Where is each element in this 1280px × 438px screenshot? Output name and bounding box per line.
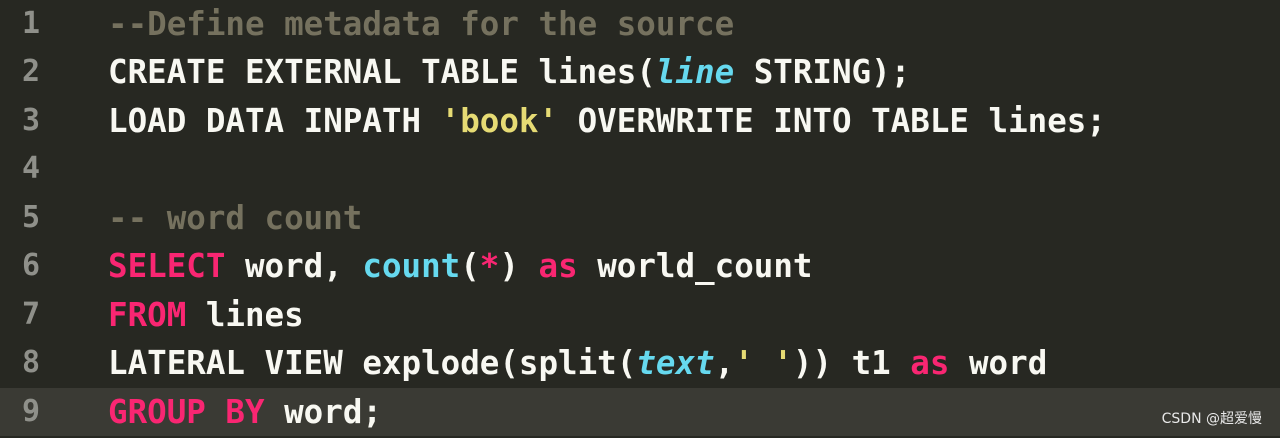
code-token-param: line	[655, 53, 735, 91]
code-token-plain: )	[499, 247, 539, 285]
code-editor[interactable]: 1 --Define metadata for the source 2 CREATE…	[0, 0, 1280, 438]
code-text: LOAD DATA INPATH 'book' OVERWRITE INTO T…	[108, 97, 1106, 145]
code-token-plain: lines	[186, 296, 304, 334]
code-text: SELECT word, count(*) as world_count	[108, 242, 812, 290]
code-line[interactable]: 3 LOAD DATA INPATH 'book' OVERWRITE INTO …	[0, 97, 1280, 145]
code-token-plain: STRING);	[734, 53, 911, 91]
code-text: GROUP BY word;	[108, 388, 382, 436]
code-token-keyword: GROUP BY	[108, 393, 265, 431]
line-number: 5	[22, 200, 42, 235]
code-line[interactable]: 9 GROUP BY word;	[0, 388, 1280, 436]
code-token-param: text	[636, 344, 715, 382]
code-text: --Define metadata for the source	[108, 0, 734, 48]
line-number: 7	[22, 297, 42, 332]
code-token-keyword: SELECT	[108, 247, 226, 285]
line-number: 6	[22, 248, 42, 283]
code-token-func: count	[362, 247, 461, 285]
code-token-keyword: *	[479, 247, 500, 285]
code-token-plain: CREATE EXTERNAL TABLE lines(	[108, 53, 656, 91]
code-token-plain: OVERWRITE INTO TABLE lines;	[558, 102, 1106, 140]
code-token-plain: word;	[264, 393, 382, 431]
code-token-string: 'book'	[440, 102, 559, 140]
watermark: CSDN @超爱慢	[1161, 411, 1262, 427]
code-text: FROM lines	[108, 291, 304, 339]
line-number: 2	[22, 54, 42, 89]
code-line[interactable]: 7 FROM lines	[0, 291, 1280, 339]
code-line[interactable]: 4	[0, 145, 1280, 193]
line-number: 9	[22, 394, 42, 429]
code-token-plain: )) t1	[792, 344, 911, 382]
code-token-plain: ,	[714, 344, 735, 382]
code-text: LATERAL VIEW explode(split(text,' ')) t1…	[108, 339, 1047, 387]
line-number: 4	[22, 151, 42, 186]
code-text: -- word count	[108, 194, 362, 242]
code-token-keyword: as	[910, 344, 950, 382]
code-token-keyword: as	[538, 247, 578, 285]
code-text: CREATE EXTERNAL TABLE lines(line STRING)…	[108, 48, 910, 96]
code-token-plain: (	[460, 247, 480, 285]
code-token-comment: -- word count	[108, 199, 363, 237]
code-line[interactable]: 1 --Define metadata for the source	[0, 0, 1280, 48]
code-token-string: ' '	[734, 344, 793, 382]
code-line[interactable]: 8 LATERAL VIEW explode(split(text,' ')) t…	[0, 339, 1280, 387]
line-number: 1	[22, 6, 42, 41]
line-number: 3	[22, 103, 42, 138]
code-token-plain: LOAD DATA INPATH	[108, 102, 441, 140]
code-line[interactable]: 5 -- word count	[0, 194, 1280, 242]
code-line[interactable]: 2 CREATE EXTERNAL TABLE lines(line STRING…	[0, 48, 1280, 96]
code-token-keyword: FROM	[108, 296, 187, 334]
line-number: 8	[22, 345, 42, 380]
code-token-plain: word	[949, 344, 1048, 382]
code-token-plain: word,	[225, 247, 363, 285]
code-line[interactable]: 6 SELECT word, count(*) as world_count	[0, 242, 1280, 290]
code-token-plain: world_count	[577, 247, 813, 285]
code-token-plain: LATERAL VIEW explode(split(	[108, 344, 637, 382]
code-token-comment: --Define metadata for the source	[108, 5, 735, 43]
